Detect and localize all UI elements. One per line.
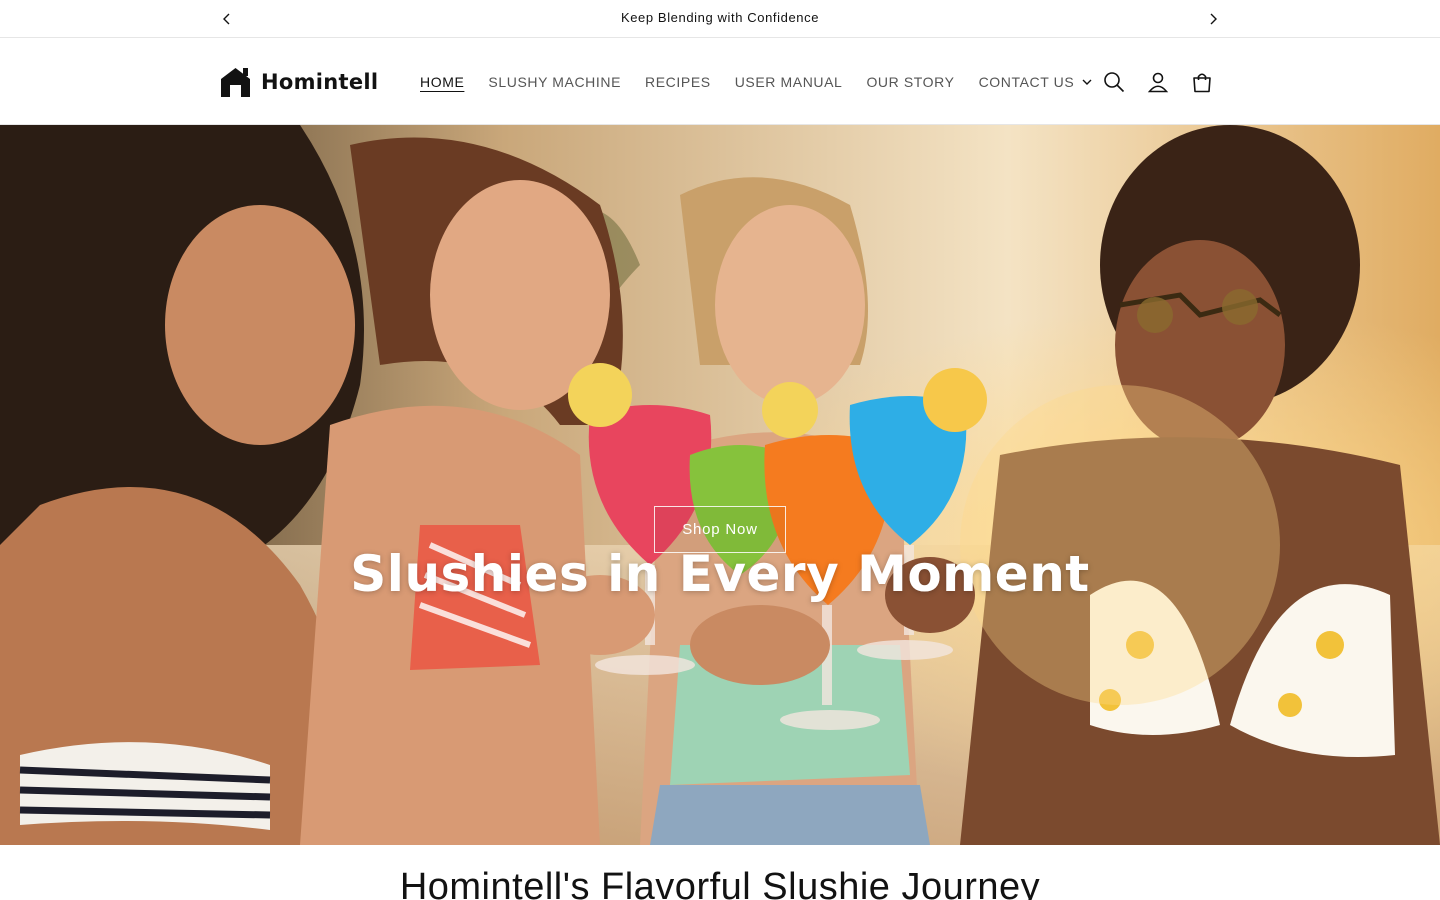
announcement-text: Keep Blending with Confidence	[620, 10, 820, 25]
announcement-bar: Keep Blending with Confidence	[0, 0, 1440, 38]
search-button[interactable]	[1092, 60, 1136, 104]
main-nav: HOME SLUSHY MACHINE RECIPES USER MANUAL …	[408, 39, 1104, 125]
section-title: Homintell's Flavorful Slushie Journey	[399, 866, 1041, 900]
hero-banner: Slushies in Every Moment Shop Now	[0, 125, 1440, 845]
nav-item-contact-us[interactable]: CONTACT US	[967, 74, 1105, 90]
cart-icon	[1193, 73, 1211, 93]
hero-image	[0, 125, 1440, 845]
nav-item-label: OUR STORY	[866, 74, 955, 90]
hero-heading: Slushies in Every Moment	[350, 545, 1090, 603]
house-logo-icon	[221, 68, 250, 97]
search-icon	[1104, 72, 1125, 93]
nav-item-home[interactable]: HOME	[408, 74, 476, 90]
chevron-down-icon	[1082, 79, 1092, 85]
nav-item-recipes[interactable]: RECIPES	[633, 74, 723, 90]
chevron-right-icon	[1210, 13, 1217, 25]
nav-item-label: CONTACT US	[978, 74, 1075, 90]
nav-item-user-manual[interactable]: USER MANUAL	[723, 74, 855, 90]
logo-wordmark: Homintell	[261, 70, 379, 94]
account-icon	[1147, 72, 1169, 93]
account-button[interactable]	[1136, 60, 1180, 104]
announcement-next-button[interactable]	[1203, 9, 1223, 29]
nav-item-label: HOME	[420, 74, 465, 90]
header-icons	[1092, 60, 1224, 104]
nav-item-label: RECIPES	[645, 74, 711, 90]
nav-item-slushy-machine[interactable]: SLUSHY MACHINE	[476, 74, 633, 90]
nav-item-label: SLUSHY MACHINE	[488, 74, 622, 90]
site-header: Homintell HOME SLUSHY MACHINE RECIPES US…	[0, 39, 1440, 125]
site-logo[interactable]: Homintell	[219, 66, 378, 98]
nav-item-our-story[interactable]: OUR STORY	[854, 74, 966, 90]
cart-button[interactable]	[1180, 60, 1224, 104]
shop-now-button[interactable]: Shop Now	[654, 506, 786, 553]
nav-item-label: USER MANUAL	[734, 74, 843, 90]
